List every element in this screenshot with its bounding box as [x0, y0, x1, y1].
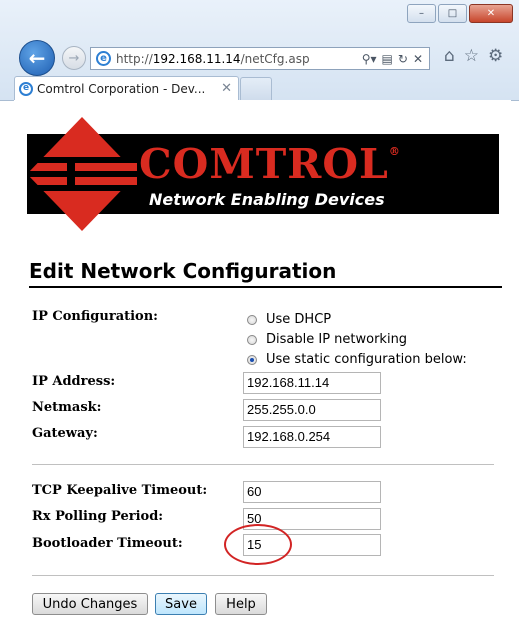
- undo-changes-button[interactable]: Undo Changes: [32, 593, 148, 615]
- section-divider: [32, 575, 494, 576]
- forward-arrow-icon: →: [68, 50, 80, 66]
- url-prefix: http://: [116, 51, 153, 66]
- browser-window: – □ ✕ ← → e http://192.168.11.14/netCfg.…: [0, 0, 519, 634]
- comtrol-logo-icon: [27, 117, 137, 231]
- url-text[interactable]: http://192.168.11.14/netCfg.asp: [116, 52, 362, 66]
- radio-use-dhcp[interactable]: Use DHCP: [247, 312, 331, 327]
- radio-disable-control[interactable]: [247, 334, 257, 345]
- toolbar-icons: ⌂ ☆ ⚙: [444, 46, 503, 66]
- new-tab-button[interactable]: [240, 77, 272, 100]
- registered-mark: ®: [388, 145, 401, 158]
- netmask-input[interactable]: 255.255.0.0: [243, 399, 381, 421]
- search-icon[interactable]: ⚲▾: [362, 52, 377, 66]
- netmask-label: Netmask:: [32, 400, 102, 415]
- radio-static-label: Use static configuration below:: [266, 352, 467, 367]
- close-window-button[interactable]: ✕: [469, 4, 513, 23]
- tcp-keepalive-input[interactable]: 60: [243, 481, 381, 503]
- home-icon[interactable]: ⌂: [444, 46, 455, 66]
- forward-button[interactable]: →: [62, 46, 86, 70]
- back-button[interactable]: ←: [19, 40, 55, 76]
- page-title: Edit Network Configuration: [29, 259, 337, 283]
- tab-close-icon[interactable]: ✕: [221, 81, 232, 96]
- url-path: /netCfg.asp: [240, 51, 310, 66]
- back-arrow-icon: ←: [28, 46, 46, 70]
- address-tools: ⚲▾ ▤ ↻ ✕: [362, 52, 429, 66]
- gear-icon[interactable]: ⚙: [488, 46, 503, 66]
- radio-disable-ip[interactable]: Disable IP networking: [247, 332, 407, 347]
- radio-dhcp-label: Use DHCP: [266, 312, 332, 327]
- radio-static-config[interactable]: Use static configuration below:: [247, 352, 467, 367]
- radio-static-control[interactable]: [247, 354, 257, 365]
- title-divider: [29, 286, 502, 288]
- save-button[interactable]: Save: [155, 593, 207, 615]
- help-button[interactable]: Help: [215, 593, 267, 615]
- radio-dhcp-control[interactable]: [247, 314, 257, 325]
- compatibility-icon[interactable]: ▤: [382, 52, 393, 66]
- gateway-label: Gateway:: [32, 426, 98, 441]
- minimize-button[interactable]: –: [407, 4, 436, 23]
- bootloader-label: Bootloader Timeout:: [32, 536, 183, 551]
- tagline: Network Enabling Devices: [149, 190, 385, 209]
- favorites-star-icon[interactable]: ☆: [464, 46, 479, 66]
- tab-bar: e Comtrol Corporation - Dev... ✕: [14, 74, 272, 100]
- ip-address-label: IP Address:: [32, 374, 116, 389]
- ie-icon: e: [19, 81, 33, 96]
- tab-title: Comtrol Corporation - Dev...: [37, 81, 206, 96]
- annotation-circle: [224, 524, 292, 565]
- brand-name: COMTROL: [139, 140, 389, 188]
- radio-disable-label: Disable IP networking: [266, 332, 408, 347]
- ip-config-label: IP Configuration:: [32, 309, 158, 324]
- tab-comtrol[interactable]: e Comtrol Corporation - Dev... ✕: [14, 76, 239, 100]
- ip-address-input[interactable]: 192.168.11.14: [243, 372, 381, 394]
- maximize-button[interactable]: □: [438, 4, 467, 23]
- browser-chrome: – □ ✕ ← → e http://192.168.11.14/netCfg.…: [0, 0, 519, 101]
- window-controls: – □ ✕: [407, 4, 513, 23]
- gateway-input[interactable]: 192.168.0.254: [243, 426, 381, 448]
- refresh-icon[interactable]: ↻: [398, 52, 408, 66]
- rx-polling-label: Rx Polling Period:: [32, 509, 164, 524]
- ie-icon: e: [96, 51, 111, 66]
- brand-logotype: COMTROL®: [139, 144, 401, 185]
- comtrol-banner: COMTROL® Network Enabling Devices: [27, 117, 499, 231]
- stop-icon[interactable]: ✕: [413, 52, 423, 66]
- section-divider: [32, 464, 494, 465]
- address-bar[interactable]: e http://192.168.11.14/netCfg.asp ⚲▾ ▤ ↻…: [90, 47, 430, 70]
- page-content: COMTROL® Network Enabling Devices Edit N…: [14, 100, 511, 634]
- url-host: 192.168.11.14: [152, 51, 241, 66]
- tcp-keepalive-label: TCP Keepalive Timeout:: [32, 483, 208, 498]
